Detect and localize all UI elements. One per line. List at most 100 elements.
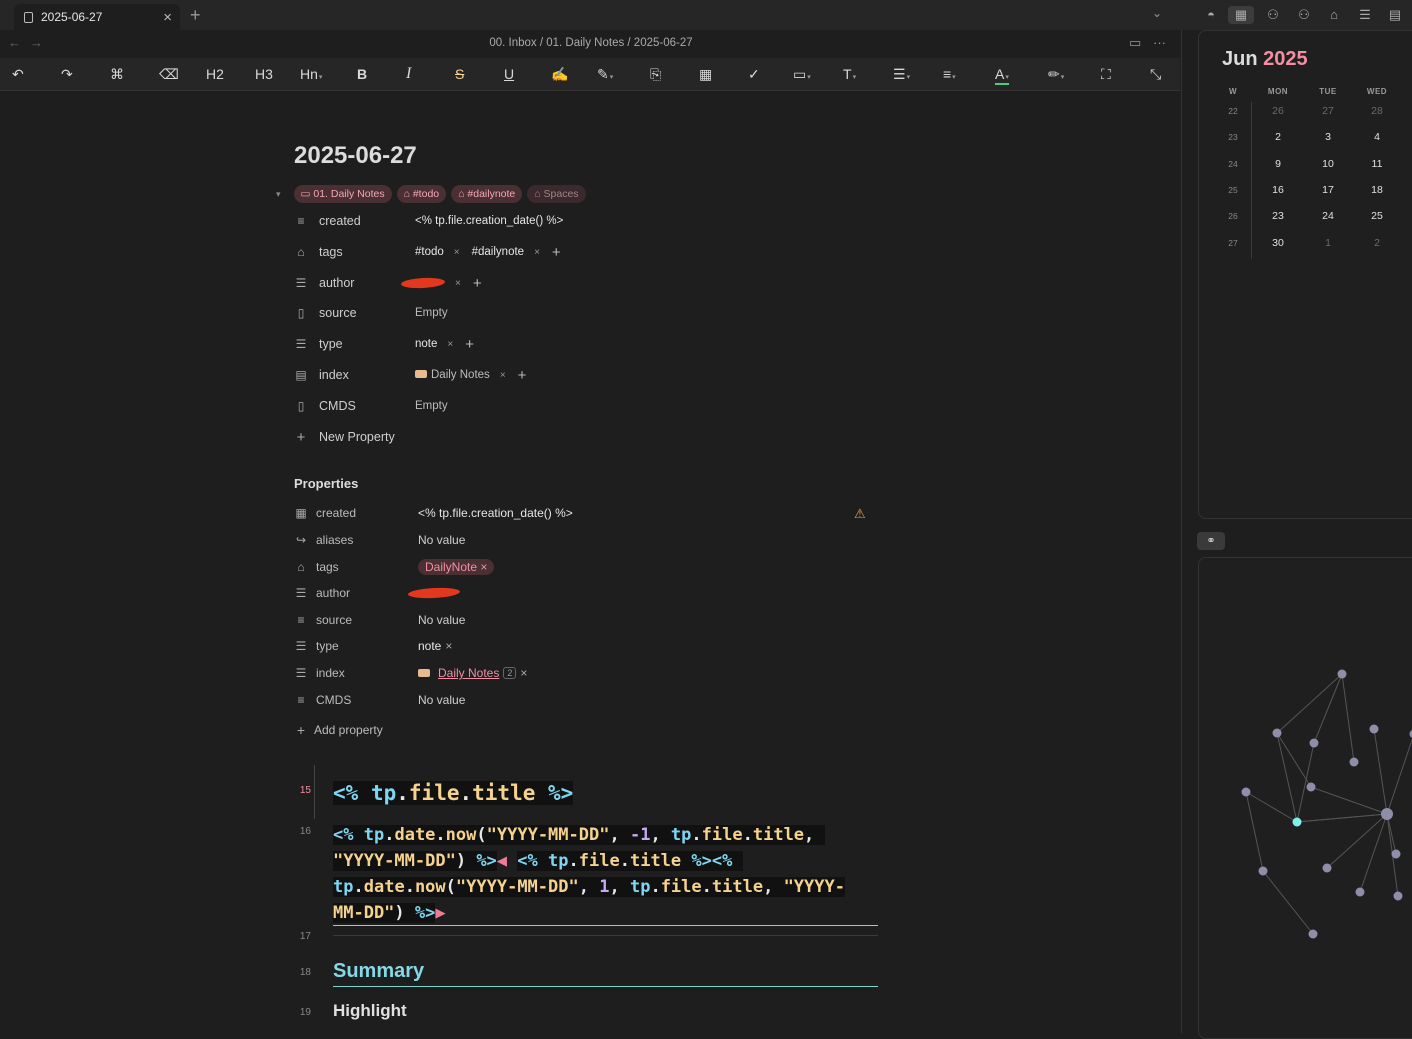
calendar-day[interactable]: 30 — [1258, 237, 1298, 249]
property-created[interactable]: ≡ created <% tp.file.creation_date() %> — [294, 210, 894, 232]
graph-node[interactable] — [1356, 888, 1365, 897]
property-value[interactable] — [418, 588, 460, 598]
redo-icon[interactable]: ↷ — [61, 65, 73, 83]
reading-view-icon[interactable]: ▭ — [1129, 35, 1141, 51]
list-menu-icon[interactable]: ☰▾ — [893, 65, 910, 83]
add-value-icon[interactable]: + — [552, 244, 561, 261]
graph-node[interactable] — [1323, 864, 1332, 873]
calendar-icon[interactable]: ▦ — [1228, 6, 1254, 24]
align-menu-icon[interactable]: ≡▾ — [943, 65, 956, 83]
strikethrough-button[interactable]: S — [455, 65, 464, 83]
calendar-day[interactable]: 2 — [1357, 237, 1397, 249]
graph-node[interactable] — [1350, 758, 1359, 767]
week-number[interactable]: 24 — [1223, 159, 1243, 169]
graph-node[interactable] — [1310, 739, 1319, 748]
graph-node[interactable] — [1370, 725, 1379, 734]
exit-fullscreen-icon[interactable]: ⤡ — [1150, 65, 1161, 83]
checkbox-icon[interactable]: ✓ — [748, 65, 760, 83]
add-value-icon[interactable]: + — [473, 275, 482, 292]
property-value[interactable]: No value — [418, 613, 465, 627]
h3-button[interactable]: H3 — [255, 65, 273, 83]
tag-chip[interactable]: #todo — [415, 246, 444, 258]
graph-node[interactable] — [1381, 808, 1393, 820]
property-aliases[interactable]: ↪ aliases No value — [294, 530, 874, 550]
graph-node[interactable] — [1309, 930, 1318, 939]
more-options-icon[interactable]: ··· — [1153, 35, 1166, 50]
remove-icon[interactable]: × — [445, 639, 452, 653]
font-color-icon[interactable]: A▾ — [995, 65, 1009, 85]
calendar-day[interactable]: 24 — [1308, 210, 1348, 222]
property-value[interactable]: #todo× #dailynote× + — [415, 244, 561, 261]
fullscreen-icon[interactable]: ⛶ — [1101, 65, 1111, 83]
tag-pill-dailynote[interactable]: ⌂ #dailynote — [451, 185, 522, 203]
tab-2025-06-27[interactable]: 2025-06-27 × — [14, 4, 180, 30]
note-title[interactable]: 2025-06-27 — [294, 142, 417, 170]
property-value[interactable]: DailyNote × — [418, 559, 494, 575]
index-link[interactable]: Daily Notes — [438, 666, 499, 680]
property-type[interactable]: ☰ type note× — [294, 636, 874, 656]
add-property-button[interactable]: + Add property — [294, 720, 874, 740]
add-value-icon[interactable]: + — [465, 336, 474, 353]
breadcrumb[interactable]: 00. Inbox / 01. Daily Notes / 2025-06-27 — [0, 37, 1182, 49]
property-value[interactable]: Daily Notes× + — [415, 367, 526, 384]
chevron-down-icon[interactable]: ⌄ — [1152, 6, 1162, 20]
graph-node[interactable] — [1242, 788, 1251, 797]
calendar-day[interactable]: 17 — [1308, 184, 1348, 196]
spaces-pill[interactable]: ⌂ Spaces — [527, 185, 585, 203]
property-value[interactable]: <% tp.file.creation_date() %> — [415, 215, 563, 227]
callout-icon[interactable]: ▭▾ — [793, 65, 811, 83]
warning-icon[interactable]: ⚠ — [854, 506, 866, 522]
property-value[interactable]: Empty — [415, 400, 448, 412]
property-tags[interactable]: ⌂ tags #todo× #dailynote× + — [294, 241, 894, 263]
property-value[interactable]: Empty — [415, 307, 448, 319]
property-author[interactable]: ☰ author — [294, 583, 874, 603]
property-value[interactable]: <% tp.file.creation_date() %> — [418, 506, 573, 520]
property-index[interactable]: ▤ index Daily Notes× + — [294, 364, 894, 386]
text-size-icon[interactable]: T▾ — [843, 65, 856, 83]
calendar-day[interactable]: 4 — [1357, 131, 1397, 143]
table-icon[interactable]: ▦ — [699, 65, 712, 83]
week-number[interactable]: 25 — [1223, 185, 1243, 195]
graph-canvas[interactable] — [1199, 558, 1412, 1038]
underline-button[interactable]: U — [504, 65, 514, 83]
calendar-day[interactable]: 18 — [1357, 184, 1397, 196]
property-source[interactable]: ≡ source No value — [294, 610, 874, 630]
calendar-day[interactable]: 23 — [1258, 210, 1298, 222]
week-number[interactable]: 22 — [1223, 106, 1243, 116]
property-value[interactable]: × + — [415, 275, 482, 292]
remove-icon[interactable]: × — [455, 278, 461, 289]
property-cmds[interactable]: ≡ CMDS No value — [294, 690, 874, 710]
property-value[interactable]: note× — [418, 639, 452, 653]
remove-icon[interactable]: × — [447, 339, 453, 350]
new-property-button[interactable]: + New Property — [294, 426, 894, 448]
calendar-day[interactable]: 1 — [1308, 237, 1348, 249]
remove-icon[interactable]: × — [500, 370, 506, 381]
calendar-day[interactable]: 10 — [1308, 158, 1348, 170]
archive-icon[interactable]: ▤ — [1386, 6, 1404, 24]
edit-menu-icon[interactable]: ✎▾ — [597, 65, 613, 83]
format-painter-icon[interactable]: ⌘ — [110, 65, 124, 83]
graph-node[interactable] — [1338, 670, 1347, 679]
cat-icon[interactable]: ◓ — [1202, 6, 1220, 24]
remove-icon[interactable]: × — [534, 247, 540, 258]
calendar-day[interactable]: 28 — [1357, 105, 1397, 117]
summary-heading[interactable]: Summary — [333, 960, 424, 983]
index-chip[interactable]: Daily Notes — [415, 369, 490, 381]
graph-node[interactable] — [1273, 729, 1282, 738]
undo-icon[interactable]: ↶ — [12, 65, 24, 83]
calendar-day[interactable]: 3 — [1308, 131, 1348, 143]
type-chip[interactable]: note — [415, 338, 437, 350]
tag-pill-todo[interactable]: ⌂ #todo — [397, 185, 447, 203]
heading-menu-button[interactable]: Hn▾ — [300, 65, 322, 83]
italic-button[interactable]: I — [406, 65, 411, 83]
property-created[interactable]: ▦ created <% tp.file.creation_date() %> — [294, 503, 874, 523]
tags-icon[interactable]: ⌂ — [1325, 6, 1343, 24]
property-source[interactable]: ▯ source Empty — [294, 302, 894, 324]
new-tab-icon[interactable]: + — [190, 5, 201, 26]
graph-node[interactable] — [1259, 867, 1268, 876]
graph-node[interactable] — [1307, 783, 1316, 792]
remove-icon[interactable]: × — [480, 560, 487, 574]
collapse-chevron-icon[interactable]: ▾ — [276, 189, 281, 200]
h2-button[interactable]: H2 — [206, 65, 224, 83]
calendar-day[interactable]: 26 — [1258, 105, 1298, 117]
